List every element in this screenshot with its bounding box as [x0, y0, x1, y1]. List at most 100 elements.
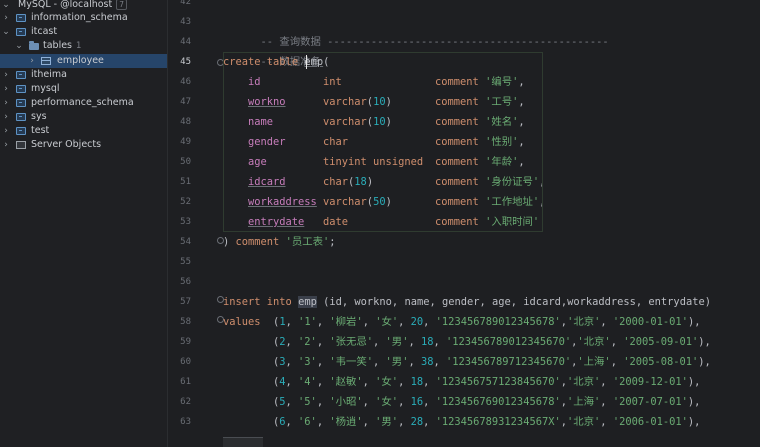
value-string: '2007-07-01': [612, 396, 688, 408]
value-string: '北京': [567, 416, 601, 428]
tree-item-itcast[interactable]: ⌄ itcast: [0, 25, 167, 39]
column-name: id: [248, 76, 261, 88]
column-type: varchar: [323, 96, 367, 108]
code-line: ) comment '员工表';: [223, 232, 336, 252]
code-line: values (1, '1', '柳岩', '女', 20, '12345678…: [223, 316, 701, 328]
column-def: workaddress varchar(50) comment '工作地址',: [248, 192, 545, 212]
value-number: 18: [410, 376, 424, 388]
tree-item-performance-schema[interactable]: › performance_schema: [0, 96, 167, 110]
table-comment: '员工表': [285, 236, 330, 248]
value-string: '赵敏': [329, 376, 363, 388]
chevron-right-icon[interactable]: ›: [1, 11, 11, 25]
connection-count-badge: 7: [116, 0, 128, 10]
sql-keyword: comment: [435, 96, 479, 108]
tree-item-label: MySQL - @localhost: [18, 0, 113, 10]
value-number: 2: [279, 336, 286, 348]
column-type: varchar: [323, 116, 367, 128]
column-type: varchar: [323, 196, 367, 208]
chevron-down-icon[interactable]: ⌄: [1, 25, 11, 39]
tree-item-mysql[interactable]: › mysql: [0, 82, 167, 96]
column-def: entrydate date comment '入职时间': [248, 212, 539, 232]
line-number: 46: [180, 77, 191, 87]
value-string: '2009-12-01': [612, 376, 688, 388]
database-icon: [16, 113, 26, 121]
chevron-down-icon[interactable]: ⌄: [14, 39, 24, 53]
database-icon: [16, 99, 26, 107]
chevron-right-icon[interactable]: ›: [1, 96, 11, 110]
column-comment: '年龄': [485, 156, 519, 168]
value-string: '6': [298, 416, 317, 428]
column-comment: '姓名': [485, 116, 519, 128]
chevron-right-icon[interactable]: ›: [1, 110, 11, 124]
value-string: '女': [375, 396, 399, 408]
value-number: 4: [279, 376, 286, 388]
code-line: (3, '3', '韦一笑', '男', 38, '12345678971234…: [273, 356, 711, 368]
value-number: 5: [279, 396, 286, 408]
column-def: gender char comment '性别',: [248, 132, 525, 152]
chevron-right-icon[interactable]: ›: [1, 138, 11, 152]
tree-item-sys[interactable]: › sys: [0, 110, 167, 124]
column-name: workno: [248, 96, 286, 108]
chevron-right-icon[interactable]: ›: [1, 68, 11, 82]
chevron-right-icon[interactable]: ›: [1, 124, 11, 138]
column-def: name varchar(10) comment '姓名',: [248, 112, 525, 132]
tree-item-itheima[interactable]: › itheima: [0, 68, 167, 82]
type-length: 10: [373, 96, 386, 108]
type-length: 10: [373, 116, 386, 128]
value-string: '上海': [577, 356, 611, 368]
value-string: '123456769012345678': [435, 396, 561, 408]
value-string: '4': [298, 376, 317, 388]
value-number: 3: [279, 356, 286, 368]
tree-item-information-schema[interactable]: › information_schema: [0, 11, 167, 25]
column-type: date: [323, 216, 349, 228]
tree-item-label: performance_schema: [31, 97, 134, 108]
value-string: '3': [298, 356, 317, 368]
tree-item-test[interactable]: › test: [0, 124, 167, 138]
sql-keyword: comment: [435, 136, 479, 148]
line-number-gutter: 42 43 44 45 46 47 48 49 50 51 52 53 54 5…: [169, 0, 217, 447]
line-number: 57: [180, 297, 191, 307]
value-string: '女': [375, 316, 399, 328]
results-tab[interactable]: [223, 437, 263, 447]
line-number: 53: [180, 217, 191, 227]
tree-item-server-objects[interactable]: › Server Objects: [0, 138, 167, 152]
value-string: '男': [385, 356, 409, 368]
value-string: '韦一笑': [329, 356, 374, 368]
semicolon: ;: [329, 236, 336, 248]
value-number: 28: [410, 416, 424, 428]
folder-icon: [29, 41, 39, 50]
line-number: 56: [180, 277, 191, 287]
value-string: '2006-01-01': [612, 416, 688, 428]
paren: ): [223, 236, 236, 248]
database-icon: [16, 85, 26, 93]
column-comment: '身份证号': [485, 176, 540, 188]
value-string: '2': [298, 336, 317, 348]
value-string: '北京': [567, 316, 601, 328]
code-line: (5, '5', '小昭', '女', 16, '123456769012345…: [273, 396, 701, 408]
line-number: 51: [180, 177, 191, 187]
code-area[interactable]: -- 查询数据 --------------------------------…: [223, 0, 760, 447]
tree-item-tables[interactable]: ⌄ tables 1: [0, 39, 167, 53]
chevron-right-icon[interactable]: ›: [27, 54, 37, 68]
line-number-active: 45: [180, 57, 191, 67]
value-number: 18: [420, 336, 434, 348]
column-list: (id, workno, name, gender, age, idcard,w…: [316, 296, 711, 308]
table-icon: [41, 57, 51, 65]
column-name: name: [248, 116, 274, 128]
line-number: 48: [180, 117, 191, 127]
sql-editor[interactable]: 42 43 44 45 46 47 48 49 50 51 52 53 54 5…: [169, 0, 760, 447]
tree-item-employee[interactable]: › employee: [0, 54, 167, 68]
table-name: emp: [304, 56, 324, 68]
code-line: insert into emp (id, workno, name, gende…: [223, 292, 711, 312]
value-number: 6: [279, 416, 286, 428]
line-number: 61: [180, 377, 191, 387]
chevron-right-icon[interactable]: ›: [1, 82, 11, 96]
value-string: '女': [375, 376, 399, 388]
sql-keyword: comment: [435, 116, 479, 128]
line-number: 52: [180, 197, 191, 207]
value-string: '小昭': [329, 396, 363, 408]
table-name: emp: [298, 296, 317, 308]
column-comment: '工作地址': [485, 196, 540, 208]
value-number: 16: [410, 396, 424, 408]
sql-keyword: insert into: [223, 296, 299, 308]
